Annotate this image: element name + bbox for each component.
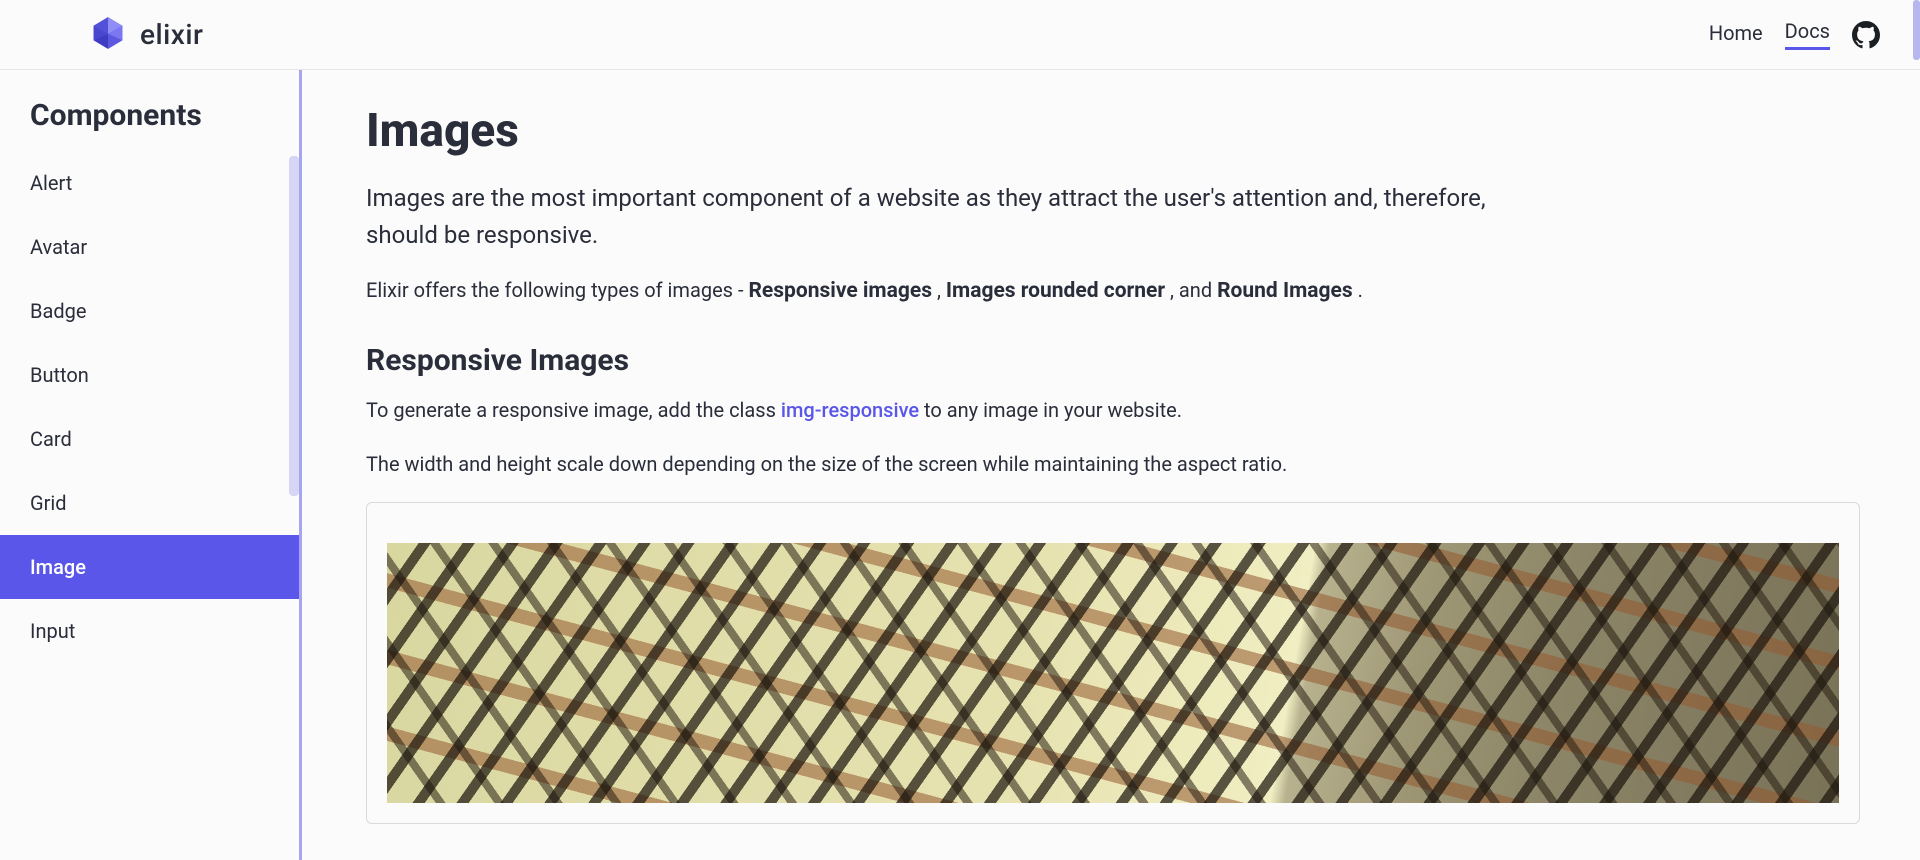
type-rounded-corner: Images rounded corner	[946, 279, 1165, 303]
image-types-line: Elixir offers the following types of ima…	[366, 278, 1860, 303]
demo-responsive-image	[387, 543, 1839, 803]
suffix: .	[1358, 278, 1363, 302]
nav-right: Home Docs	[1709, 19, 1880, 50]
main-content: Images Images are the most important com…	[302, 70, 1920, 860]
section-responsive-images-title: Responsive Images	[366, 343, 1860, 378]
sidebar-item-input[interactable]: Input	[0, 599, 299, 663]
demo-box	[366, 502, 1860, 824]
top-nav: elixir Home Docs	[0, 0, 1920, 70]
sidebar-item-button[interactable]: Button	[0, 343, 299, 407]
nav-link-docs[interactable]: Docs	[1785, 19, 1830, 50]
type-responsive-images: Responsive images	[748, 279, 932, 303]
sidebar-item-alert[interactable]: Alert	[0, 151, 299, 215]
section1-p2: The width and height scale down dependin…	[366, 448, 1860, 480]
code-img-responsive: img-responsive	[781, 398, 919, 422]
page-title: Images	[366, 104, 1860, 158]
sidebar: Components Alert Avatar Badge Button Car…	[0, 70, 302, 860]
sidebar-item-badge[interactable]: Badge	[0, 279, 299, 343]
brand[interactable]: elixir	[90, 15, 203, 55]
scrollbar-thumb[interactable]	[289, 156, 299, 496]
offers-prefix: Elixir offers the following types of ima…	[366, 278, 748, 302]
sidebar-item-image[interactable]: Image	[0, 535, 299, 599]
separator-and: , and	[1170, 278, 1217, 302]
github-icon[interactable]	[1852, 21, 1880, 49]
section1-p1-b: to any image in your website.	[919, 398, 1182, 422]
section1-p1-a: To generate a responsive image, add the …	[366, 398, 781, 422]
page-intro: Images are the most important component …	[366, 180, 1486, 254]
sidebar-item-avatar[interactable]: Avatar	[0, 215, 299, 279]
nav-link-home[interactable]: Home	[1709, 21, 1763, 49]
sidebar-item-card[interactable]: Card	[0, 407, 299, 471]
page-scrollbar-thumb[interactable]	[1913, 0, 1920, 60]
sidebar-item-grid[interactable]: Grid	[0, 471, 299, 535]
sidebar-title: Components	[0, 98, 299, 151]
type-round-images: Round Images	[1217, 279, 1353, 303]
logo-icon	[90, 15, 126, 55]
brand-name: elixir	[140, 18, 203, 51]
shell: Components Alert Avatar Badge Button Car…	[0, 70, 1920, 860]
section1-p1: To generate a responsive image, add the …	[366, 394, 1860, 426]
separator: ,	[937, 278, 946, 302]
